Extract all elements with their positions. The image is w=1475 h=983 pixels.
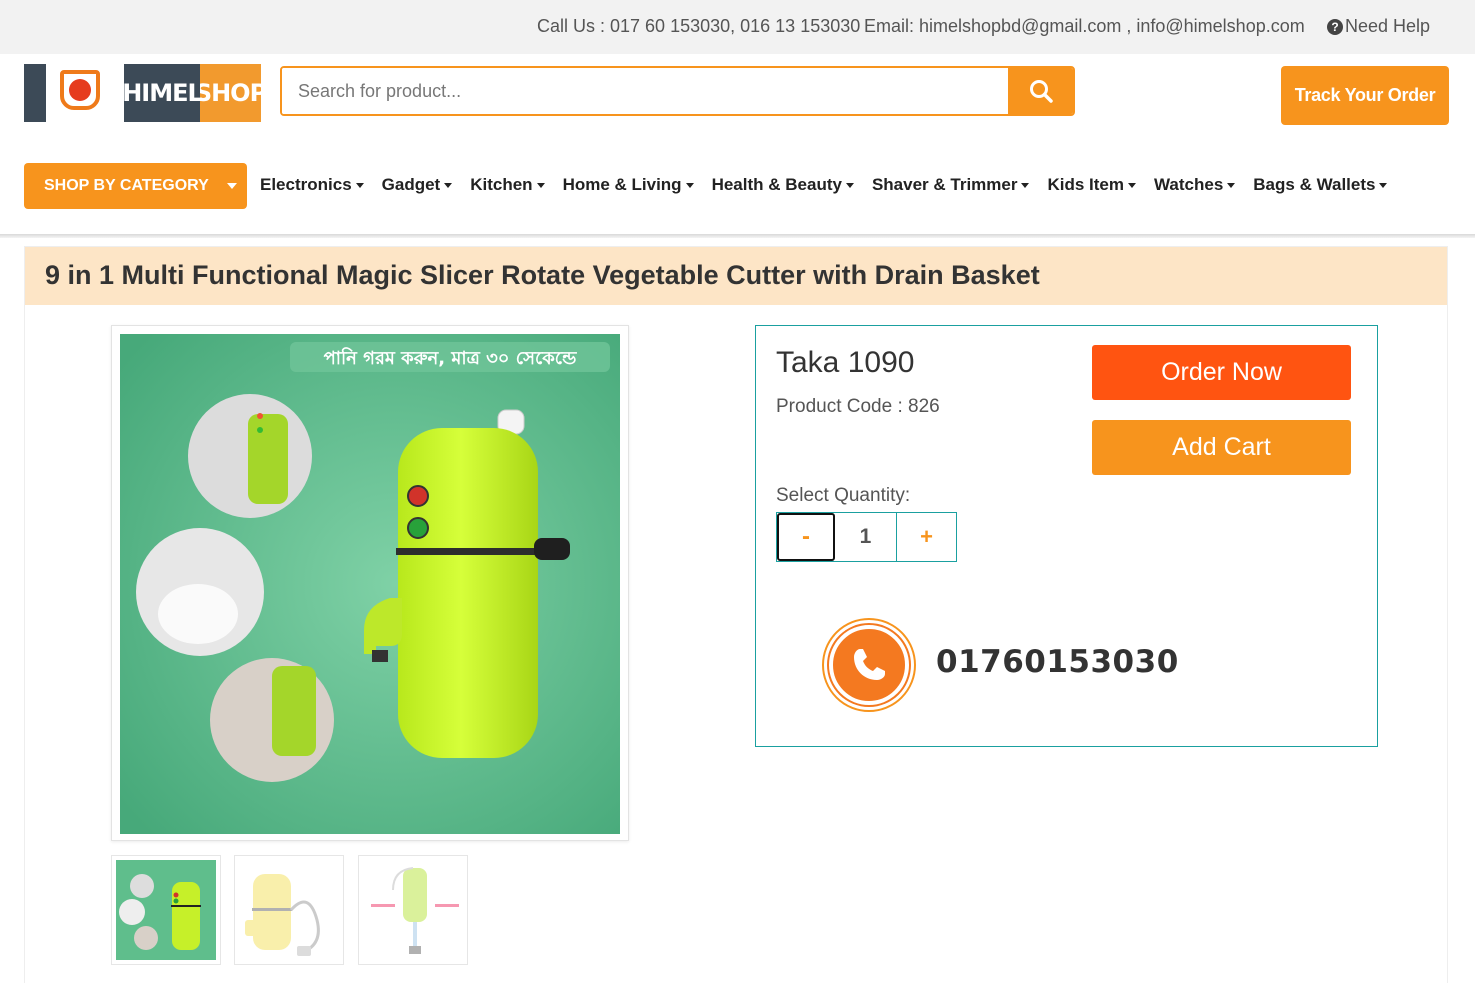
site-logo[interactable]: HIMEL SHOP	[24, 64, 267, 122]
logo-text-himel: HIMEL	[122, 64, 203, 122]
nav-item-label: Bags & Wallets	[1253, 175, 1376, 194]
caret-down-icon	[685, 182, 694, 188]
shop-by-category-button[interactable]: SHOP BY CATEGORY	[24, 163, 247, 209]
caret-down-icon	[1227, 182, 1236, 188]
top-bar: Call Us : 017 60 153030, 016 13 153030 E…	[0, 0, 1475, 54]
product-title: 9 in 1 Multi Functional Magic Slicer Rot…	[45, 260, 1040, 290]
email-text: Email: himelshopbd@gmail.com , info@hime…	[864, 16, 1305, 36]
caret-down-icon	[1379, 182, 1388, 188]
caret-down-icon	[536, 182, 545, 188]
quantity-value[interactable]: 1	[835, 513, 897, 561]
search-button[interactable]	[1008, 68, 1073, 114]
caret-down-icon	[226, 183, 237, 189]
logo-bar	[24, 64, 46, 122]
quantity-decrease-button[interactable]: -	[777, 513, 835, 561]
thumbnail-image	[239, 860, 339, 960]
thumbnail-image	[363, 860, 463, 960]
thumbnail-image	[116, 860, 216, 960]
select-quantity-label: Select Quantity:	[776, 485, 911, 506]
nav-item-kids-item[interactable]: Kids Item	[1047, 175, 1136, 195]
nav-item-label: Electronics	[260, 175, 352, 194]
main-product-image[interactable]: পানি গরম করুন, মাত্র ৩০ সেকেন্ডে	[111, 325, 629, 841]
product-title-bar: 9 in 1 Multi Functional Magic Slicer Rot…	[25, 247, 1447, 305]
caret-down-icon	[1128, 182, 1136, 188]
search-input[interactable]	[282, 68, 1008, 114]
thumbnail-3[interactable]	[358, 855, 468, 965]
caret-down-icon	[845, 182, 854, 188]
product-price: Taka 1090	[776, 346, 915, 379]
nav-item-label: Shaver & Trimmer	[871, 175, 1018, 194]
thumbnail-2[interactable]	[234, 855, 344, 965]
caret-down-icon	[444, 182, 453, 188]
nav-divider	[0, 234, 1475, 238]
category-label: SHOP BY CATEGORY	[44, 177, 209, 194]
quantity-increase-button[interactable]: +	[897, 513, 956, 561]
nav-item-home-living[interactable]: Home & Living	[563, 175, 694, 195]
nav-item-label: Watches	[1154, 175, 1224, 194]
add-cart-button[interactable]: Add Cart	[1092, 420, 1351, 475]
thumbnail-1[interactable]	[111, 855, 221, 965]
nav-item-label: Health & Beauty	[711, 175, 842, 194]
phone-number[interactable]: 01760153030	[936, 644, 1179, 680]
image-caption: পানি গরম করুন, মাত্র ৩০ সেকেন্ডে	[324, 347, 577, 369]
nav-item-shaver-trimmer[interactable]: Shaver & Trimmer	[872, 175, 1030, 195]
logo-text-shop: SHOP	[195, 64, 267, 122]
order-now-button[interactable]: Order Now	[1092, 345, 1351, 400]
product-code: Product Code : 826	[776, 396, 940, 417]
main-nav: Electronics Gadget Kitchen Home & Living…	[260, 175, 1405, 195]
nav-item-label: Gadget	[381, 175, 441, 194]
logo-cup-icon	[46, 64, 124, 122]
question-circle-icon: ?	[1327, 18, 1343, 35]
nav-item-gadget[interactable]: Gadget	[382, 175, 453, 195]
phone-icon	[822, 618, 916, 712]
track-order-button[interactable]: Track Your Order	[1281, 66, 1449, 125]
quantity-stepper: - 1 +	[776, 512, 957, 562]
product-photo: পানি গরম করুন, মাত্র ৩০ সেকেন্ডে	[120, 334, 620, 834]
water-heater-image: পানি গরম করুন, মাত্র ৩০ সেকেন্ডে	[120, 334, 620, 834]
caret-down-icon	[355, 182, 364, 188]
nav-item-label: Kids Item	[1047, 175, 1124, 194]
call-us-text: Call Us : 017 60 153030, 016 13 153030	[537, 16, 861, 36]
search-bar	[280, 66, 1075, 116]
nav-item-label: Kitchen	[470, 175, 533, 194]
nav-item-watches[interactable]: Watches	[1154, 175, 1236, 195]
need-help-label: Need Help	[1345, 16, 1431, 36]
caret-down-icon	[1021, 182, 1030, 188]
nav-item-electronics[interactable]: Electronics	[260, 175, 364, 195]
nav-item-health-beauty[interactable]: Health & Beauty	[712, 175, 854, 195]
product-info-panel: Taka 1090 Product Code : 826 Select Quan…	[755, 325, 1378, 747]
nav-item-kitchen[interactable]: Kitchen	[470, 175, 545, 195]
search-icon	[1029, 80, 1053, 103]
need-help-link[interactable]: ? Need Help	[1327, 16, 1430, 37]
nav-item-label: Home & Living	[562, 175, 682, 194]
nav-item-bags-wallets[interactable]: Bags & Wallets	[1253, 175, 1388, 195]
